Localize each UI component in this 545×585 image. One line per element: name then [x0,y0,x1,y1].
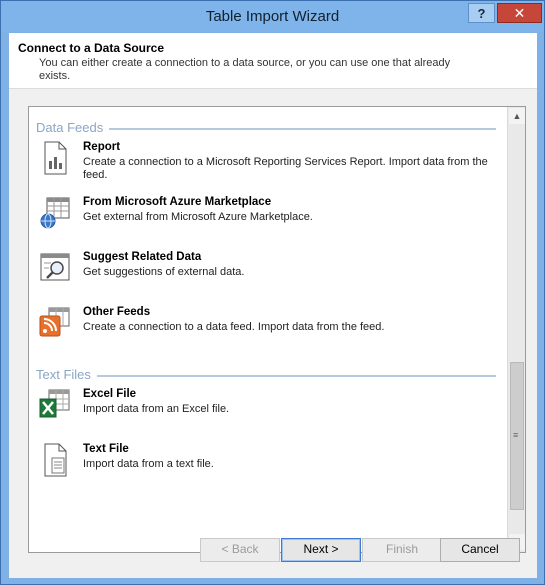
help-button[interactable]: ? [468,3,495,23]
group-header-data-feeds: Data Feeds [36,120,496,135]
window-title: Table Import Wizard [205,8,340,25]
excel-file-icon [39,389,70,418]
item-description: Get external from Microsoft Azure Market… [83,211,313,223]
item-description: Create a connection to a Microsoft Repor… [83,156,488,181]
finish-button[interactable]: Finish [362,538,442,562]
source-item-text-file[interactable]: Text File Import data from a text file. [37,443,507,485]
group-divider [109,127,496,130]
group-label: Data Feeds [36,120,104,135]
item-title: Text File [83,443,129,455]
source-item-azure-marketplace[interactable]: From Microsoft Azure Marketplace Get ext… [37,196,507,238]
close-button[interactable]: ✕ [497,3,542,23]
group-divider [96,374,496,377]
page-title: Connect to a Data Source [18,41,165,55]
suggest-related-data-icon [40,253,70,281]
back-button[interactable]: < Back [200,538,280,562]
item-description: Import data from a text file. [83,458,214,470]
scroll-thumb[interactable]: ≡ [510,362,524,510]
item-description: Import data from an Excel file. [83,403,230,415]
source-item-report[interactable]: Report Create a connection to a Microsof… [37,141,507,183]
group-label: Text Files [36,367,91,382]
group-header-text-files: Text Files [36,367,496,382]
cancel-button[interactable]: Cancel [440,538,520,562]
item-title: Excel File [83,388,137,400]
vertical-scrollbar[interactable]: ▲ ≡ ▼ [507,107,525,552]
item-description: Get suggestions of external data. [83,266,245,278]
item-title: From Microsoft Azure Marketplace [83,196,272,208]
table-import-wizard-window: Table Import Wizard ? ✕ Connect to a Dat… [0,0,545,585]
item-title: Report [83,141,121,153]
wizard-header: Connect to a Data Source You can either … [9,33,537,89]
source-item-excel-file[interactable]: Excel File Import data from an Excel fil… [37,388,507,430]
item-title: Other Feeds [83,306,151,318]
source-item-other-feeds[interactable]: Other Feeds Create a connection to a dat… [37,306,507,348]
data-source-list: Data Feeds Report Create a connection to… [28,106,526,553]
grip-icon: ≡ [513,430,519,440]
wizard-content: Connect to a Data Source You can either … [9,33,537,578]
next-button[interactable]: Next > [281,538,361,562]
source-item-suggest-related-data[interactable]: Suggest Related Data Get suggestions of … [37,251,507,293]
other-feeds-icon [39,307,70,337]
azure-marketplace-icon [40,197,70,229]
scroll-up-icon[interactable]: ▲ [509,108,525,124]
item-description: Create a connection to a data feed. Impo… [83,321,385,333]
report-icon [44,141,67,175]
title-bar[interactable]: Table Import Wizard ? ✕ [1,1,544,32]
page-description: You can either create a connection to a … [39,57,451,82]
item-title: Suggest Related Data [83,251,202,263]
text-file-icon [44,443,67,477]
